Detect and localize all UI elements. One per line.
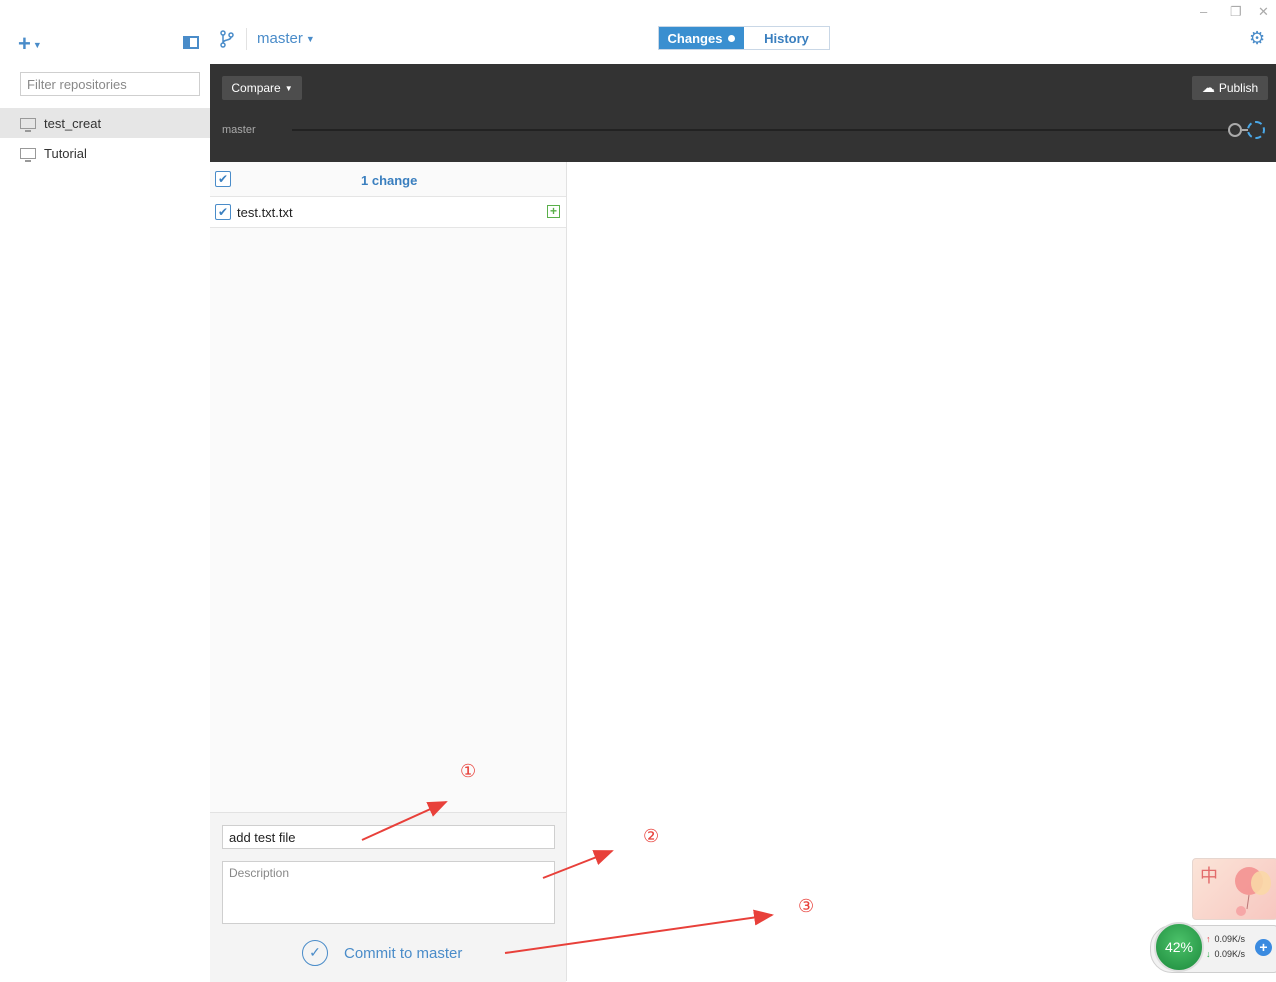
annotation-arrows [361,801,774,954]
arrow-down-icon: ↓ [1206,949,1211,959]
cpu-usage-badge: 42% [1154,922,1204,972]
annotation-marker-1: ① [460,761,477,781]
annotation-marker-2: ② [643,826,660,846]
download-speed: ↓ 0.09K/s [1206,949,1245,959]
download-value: 0.09K/s [1214,949,1246,959]
upload-speed: ↑ 0.09K/s [1206,934,1245,944]
plus-circle-icon[interactable]: + [1255,939,1272,956]
upload-value: 0.09K/s [1214,934,1246,944]
annotation-arrow-3 [504,909,774,954]
annotation-arrow-2 [542,850,614,879]
ime-char: 中 [1200,866,1218,886]
annotation-arrow-1 [361,801,448,841]
arrow-up-icon: ↑ [1206,934,1211,944]
annotation-marker-3: ③ [798,896,815,916]
